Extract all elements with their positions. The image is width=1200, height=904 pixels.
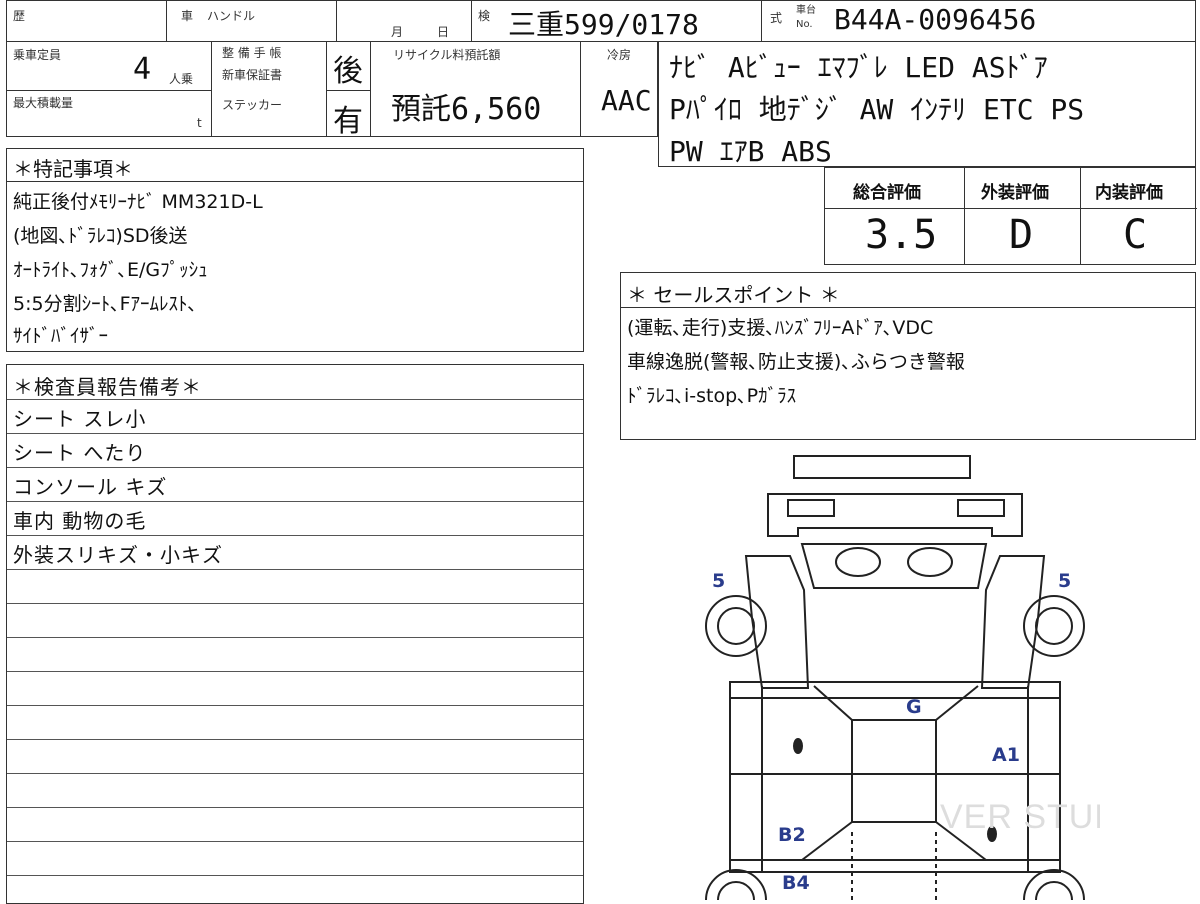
recycle-value: 預託6,560 [391, 92, 542, 127]
capacity-value: 4 [133, 52, 152, 87]
front-left-emblem-outline [835, 547, 881, 577]
equipment-line-1: ﾅﾋﾞ Aﾋﾞｭｰ ｴﾏﾌﾞﾚ LED ASﾄﾞｱ [669, 51, 1048, 84]
overall-rating-cell: 総合評価 3.5 [825, 168, 965, 264]
right-front-fender-outline [980, 555, 1046, 689]
seibi-value: 後 [333, 54, 363, 89]
seibi-cell: 整 備 手 帳 新車保証書 ステッカー [212, 42, 327, 136]
chassis-number: B44A-0096456 [834, 3, 1037, 36]
left-front-tire-inner [717, 607, 755, 645]
inspector-report-title: ＊検査員報告備考＊ [13, 375, 202, 399]
hood-outline [800, 543, 988, 589]
chassis-cell: 式 車台 No. B44A-0096456 [762, 1, 1197, 41]
shinsha-label: 新車保証書 [222, 68, 283, 82]
special-line-3: ｵｰﾄﾗｲﾄ､ﾌｫｸﾞ､E/Gﾌﾟｯｼｭ [13, 259, 208, 281]
maxload-unit: t [197, 116, 202, 130]
front-bumper-outline [793, 455, 971, 479]
rear-left-pillar [801, 821, 853, 861]
reki-cell: 歴 [7, 1, 167, 41]
maxload-label: 最大積載量 [13, 96, 74, 110]
special-line-1: 純正後付ﾒﾓﾘｰﾅﾋﾞ MM321D-L [13, 191, 263, 213]
left-headlight-outline [787, 499, 835, 517]
sales-line-1: (運転､走行)支援､ﾊﾝｽﾞﾌﾘｰAﾄﾞｱ､VDC [627, 317, 934, 339]
date-cell: 月 日 [337, 1, 472, 41]
exterior-rating-cell: 外装評価 D [965, 168, 1081, 264]
damage-mark-g: G [906, 696, 922, 718]
right-headlight-outline [957, 499, 1005, 517]
equipment-line-3: PW ｴｱB ABS [669, 135, 832, 168]
equipment-box: ﾅﾋﾞ Aﾋﾞｭｰ ｴﾏﾌﾞﾚ LED ASﾄﾞｱ Pﾊﾟｲﾛ 地ﾃﾞｼﾞ AW… [658, 41, 1196, 168]
capacity-label: 乗車定員 [13, 48, 62, 62]
special-line-4: 5:5分割ｼｰﾄ､Fｱｰﾑﾚｽﾄ､ [13, 293, 198, 315]
header-row: 歴 車 ハンドル 月 日 検 三重599/0178 式 車台 No. B44A-… [6, 0, 1196, 42]
inspector-line-3: コンソール キズ [13, 475, 168, 499]
recycle-cell: リサイクル料預託額 預託6,560 [371, 42, 581, 136]
ken-label: 検 [478, 9, 491, 23]
right-front-tire-inner [1035, 607, 1073, 645]
chassis-label-bottom: No. [796, 19, 813, 30]
reki-label: 歴 [13, 9, 26, 23]
sticker-value: 有 [333, 104, 363, 139]
shiki-label: 式 [770, 11, 783, 25]
sales-points-box: ＊ セールスポイント ＊ (運転､走行)支援､ﾊﾝｽﾞﾌﾘｰAﾄﾞｱ､VDC 車… [620, 272, 1196, 440]
ratings-box: 総合評価 3.5 外装評価 D 内装評価 C [824, 167, 1197, 265]
damage-mark-left-front: 5 [712, 570, 726, 592]
interior-rating-cell: 内装評価 C [1081, 168, 1197, 264]
damage-mark-right-front: 5 [1058, 570, 1072, 592]
overall-rating-value: 3.5 [865, 212, 938, 258]
damage-mark-b2: B2 [778, 824, 806, 846]
damage-mark-a1: A1 [992, 744, 1020, 766]
sales-line-2: 車線逸脱(警報､防止支援)､ふらつき警報 [627, 351, 965, 373]
right-rear-tire-inner [1035, 881, 1073, 900]
day-label: 日 [437, 25, 450, 39]
handle-cell: 車 ハンドル [167, 1, 337, 41]
special-line-5: ｻｲﾄﾞﾊﾞｲｻﾞｰ [13, 325, 109, 347]
inspector-report-box: ＊検査員報告備考＊ シート スレ小 シート へたり コンソール キズ 車内 動物… [6, 364, 584, 904]
month-label: 月 [391, 25, 404, 39]
reibo-value: AAC [601, 84, 652, 117]
sales-points-title: ＊ セールスポイント ＊ [627, 283, 840, 307]
windshield-left-pillar [813, 685, 853, 721]
inspector-line-2: シート へたり [13, 441, 147, 465]
front-right-emblem-outline [907, 547, 953, 577]
inspector-line-1: シート スレ小 [13, 407, 147, 431]
capacity-unit: 人乗 [169, 72, 194, 86]
inspector-line-4: 車内 動物の毛 [13, 509, 147, 533]
seibi-label: 整 備 手 帳 [222, 46, 282, 60]
equipment-line-2: Pﾊﾟｲﾛ 地ﾃﾞｼﾞ AW ｲﾝﾃﾘ ETC PS [669, 93, 1085, 126]
left-front-tire-outer [705, 595, 767, 657]
car-damage-diagram: VER STUDIO PRO [705, 455, 1100, 900]
sticker-label: ステッカー [222, 98, 283, 112]
roof-outline [851, 719, 937, 823]
left-rear-tire-outer [705, 869, 767, 900]
exterior-rating-label: 外装評価 [981, 183, 1049, 203]
plate-number: 三重599/0178 [508, 8, 699, 41]
interior-rating-value: C [1123, 212, 1148, 258]
overall-rating-label: 総合評価 [853, 183, 921, 203]
windshield-right-pillar [935, 685, 979, 721]
exterior-rating-value: D [1009, 212, 1034, 258]
info-row: 乗車定員 4 人乗 最大積載量 t 整 備 手 帳 新車保証書 ステッカー 後 … [6, 41, 659, 139]
interior-rating-label: 内装評価 [1095, 183, 1163, 203]
reibo-label: 冷房 [607, 48, 632, 62]
special-notes-title: ＊特記事項＊ [13, 157, 133, 181]
sha-label: 車 [181, 9, 194, 23]
capacity-cell: 乗車定員 4 人乗 最大積載量 t [7, 42, 212, 136]
handle-label: ハンドル [207, 9, 256, 23]
chassis-label-top: 車台 [796, 5, 816, 16]
reibo-cell: 冷房 AAC [581, 42, 659, 136]
left-rear-tire-inner [717, 881, 755, 900]
seibi-value-cell: 後 有 [327, 42, 371, 139]
plate-cell: 検 三重599/0178 [472, 1, 762, 41]
special-notes-box: ＊特記事項＊ 純正後付ﾒﾓﾘｰﾅﾋﾞ MM321D-L (地図､ﾄﾞﾗﾚｺ)SD… [6, 148, 584, 352]
recycle-label: リサイクル料預託額 [393, 48, 501, 62]
left-front-door-handle [793, 738, 803, 754]
sales-line-3: ﾄﾞﾗﾚｺ､i-stop､Pｶﾞﾗｽ [627, 385, 797, 407]
special-line-2: (地図､ﾄﾞﾗﾚｺ)SD後送 [13, 225, 188, 247]
inspector-line-5: 外装スリキズ・小キズ [13, 543, 223, 567]
left-front-fender-outline [744, 555, 810, 689]
watermark-text: VER STUDIO PRO [940, 798, 1100, 836]
right-front-tire-outer [1023, 595, 1085, 657]
right-rear-tire-outer [1023, 869, 1085, 900]
damage-mark-b4: B4 [782, 872, 810, 894]
